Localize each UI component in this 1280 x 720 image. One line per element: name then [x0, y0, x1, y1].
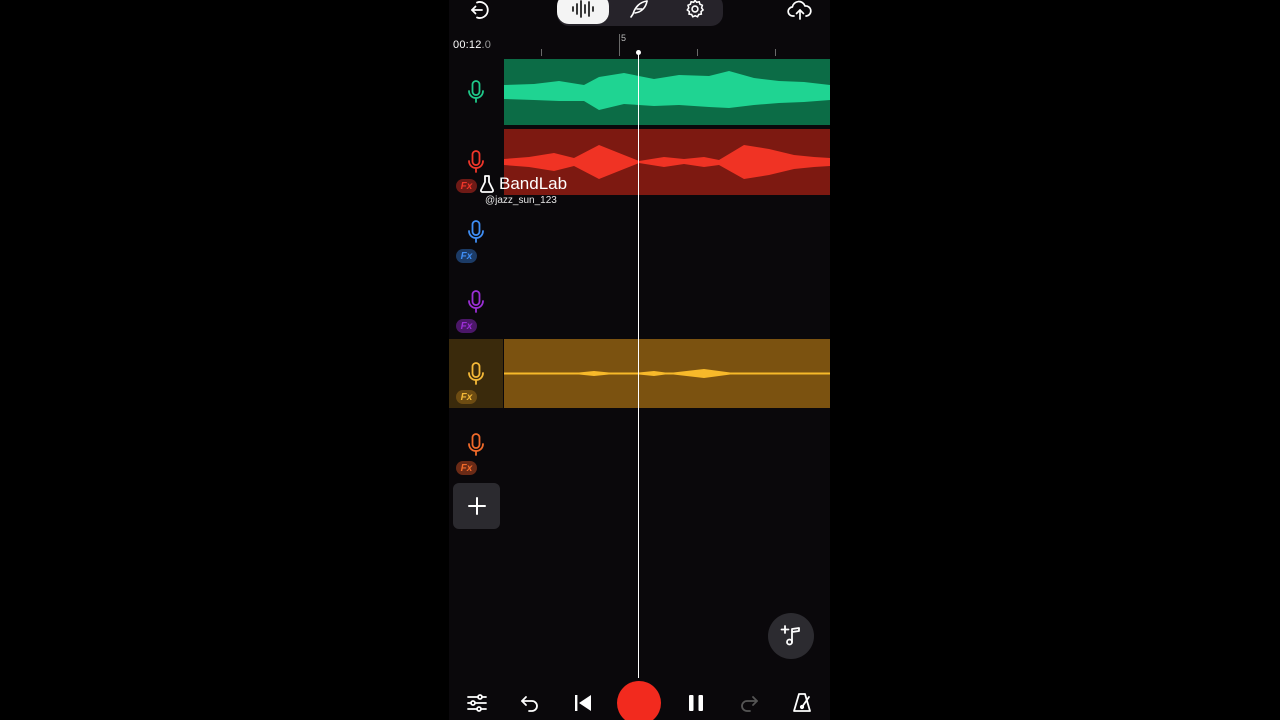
microphone-icon [468, 362, 484, 385]
track-header-5[interactable]: Fx [449, 339, 503, 408]
track-header-6[interactable]: Fx [449, 409, 503, 479]
add-track-button[interactable] [453, 483, 500, 529]
fx-badge[interactable]: Fx [456, 390, 477, 404]
cloud-upload-icon[interactable] [786, 0, 814, 22]
playhead[interactable] [638, 53, 639, 678]
redo-icon[interactable] [735, 690, 763, 716]
fx-badge[interactable]: Fx [456, 179, 477, 193]
mixer-sliders-icon[interactable] [463, 690, 491, 716]
ruler-tick-major [619, 34, 620, 56]
add-sample-button[interactable] [768, 613, 814, 659]
waveform-5 [504, 369, 830, 378]
gear-icon[interactable] [681, 0, 709, 21]
track-header-3[interactable]: Fx [449, 196, 503, 266]
pause-icon[interactable] [682, 690, 710, 716]
microphone-icon [468, 433, 484, 456]
track-header-4[interactable]: Fx [449, 266, 503, 336]
undo-icon[interactable] [516, 690, 544, 716]
audio-clip-5[interactable] [504, 339, 830, 408]
track-header-1[interactable] [449, 56, 503, 126]
time-fraction: .0 [481, 39, 492, 51]
studio-screen: 00:12.0 5 Fx BandLab @jazz_sun_123 Fx Fx… [449, 0, 830, 720]
microphone-icon [468, 220, 484, 243]
playhead-handle[interactable] [636, 50, 641, 55]
microphone-icon [468, 150, 484, 173]
waveform-icon[interactable] [569, 0, 597, 21]
audio-clip-1[interactable] [504, 59, 830, 125]
fx-badge[interactable]: Fx [456, 249, 477, 263]
ruler-tick [541, 49, 542, 56]
bandlab-brand: BandLab [499, 174, 568, 193]
skip-to-start-icon[interactable] [569, 690, 597, 716]
ruler-label: 5 [621, 33, 627, 43]
microphone-icon [468, 290, 484, 313]
playback-time: 00:12.0 [453, 39, 491, 51]
ruler-tick [697, 49, 698, 56]
time-main: 00:12 [453, 39, 482, 51]
view-mode-tabs [557, 0, 723, 26]
fx-badge[interactable]: Fx [456, 461, 477, 475]
waveform-1 [504, 71, 830, 110]
plus-icon [468, 497, 486, 515]
bandlab-logo-icon [480, 175, 494, 193]
bandlab-logo: BandLab [479, 174, 567, 194]
exit-arrow-icon[interactable] [467, 0, 493, 22]
music-note-plus-icon [780, 625, 800, 646]
fx-badge[interactable]: Fx [456, 319, 477, 333]
quill-icon[interactable] [625, 0, 653, 21]
record-button[interactable] [617, 681, 661, 720]
metronome-icon[interactable] [788, 690, 816, 716]
ruler-tick [775, 49, 776, 56]
microphone-icon [468, 80, 484, 103]
